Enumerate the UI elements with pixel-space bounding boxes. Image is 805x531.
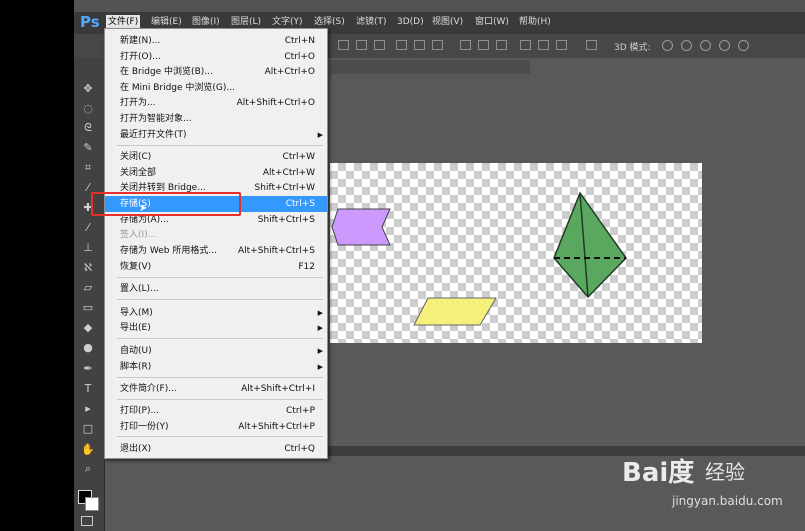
menu-open-smart-object[interactable]: 打开为智能对象...	[105, 111, 327, 127]
align-top-icon[interactable]	[338, 40, 349, 50]
hand-tool-icon[interactable]: ✋	[80, 443, 96, 457]
ps-logo: Ps	[80, 13, 100, 31]
watermark-sub: 经验	[705, 460, 745, 484]
dodge-tool-icon[interactable]: ●	[80, 341, 96, 355]
menu-help[interactable]: 帮助(H)	[517, 15, 553, 29]
menu-separator	[117, 436, 323, 437]
distribute-top-icon[interactable]	[460, 40, 471, 50]
menu-filter[interactable]: 滤镜(T)	[354, 15, 389, 29]
background-color-swatch[interactable]	[85, 497, 99, 511]
clone-stamp-tool-icon[interactable]: ⊥	[80, 241, 96, 255]
purple-arrow-shape[interactable]	[331, 208, 391, 246]
document-tab[interactable]	[330, 60, 530, 74]
3d-roll-icon[interactable]	[681, 40, 692, 51]
history-brush-tool-icon[interactable]: ℵ	[80, 261, 96, 275]
auto-align-icon[interactable]	[586, 40, 597, 50]
distribute-bottom-icon[interactable]	[496, 40, 507, 50]
distribute-hcenter-icon[interactable]	[538, 40, 549, 50]
menu-type[interactable]: 文字(Y)	[270, 15, 305, 29]
menu-separator	[117, 145, 323, 146]
eraser-tool-icon[interactable]: ▱	[80, 281, 96, 295]
menu-separator	[117, 338, 323, 339]
menu-file[interactable]: 文件(F)	[106, 15, 141, 29]
menu-exit[interactable]: 退出(X) Ctrl+Q	[105, 441, 327, 457]
green-pyramid-shape[interactable]	[553, 191, 627, 299]
distribute-vcenter-icon[interactable]	[478, 40, 489, 50]
watermark-brand: Bai度	[622, 458, 695, 488]
menu-scripts[interactable]: 脚本(R) ▶	[105, 359, 327, 375]
menu-export[interactable]: 导出(E) ▶	[105, 320, 327, 336]
menu-file-info[interactable]: 文件简介(F)... Alt+Shift+Ctrl+I	[105, 381, 327, 397]
menu-separator	[117, 299, 323, 300]
3d-pan-icon[interactable]	[700, 40, 711, 51]
submenu-arrow-icon: ▶	[317, 309, 323, 317]
menu-3d[interactable]: 3D(D)	[395, 15, 426, 29]
menu-select[interactable]: 选择(S)	[312, 15, 347, 29]
gradient-tool-icon[interactable]: ▭	[80, 301, 96, 315]
menu-save-for-web[interactable]: 存储为 Web 所用格式... Alt+Shift+Ctrl+S	[105, 243, 327, 259]
distribute-left-icon[interactable]	[520, 40, 531, 50]
quick-select-tool-icon[interactable]: ✎	[80, 141, 96, 155]
align-hcenter-icon[interactable]	[414, 40, 425, 50]
submenu-arrow-icon: ▶	[317, 324, 323, 332]
shape-tool-icon[interactable]: □	[80, 422, 96, 436]
menu-browse-mini-bridge[interactable]: 在 Mini Bridge 中浏览(G)...	[105, 80, 327, 96]
move-tool-icon[interactable]: ✥	[80, 82, 96, 96]
menu-close-all[interactable]: 关闭全部 Alt+Ctrl+W	[105, 165, 327, 181]
menu-place[interactable]: 置入(L)...	[105, 281, 327, 297]
menu-browse-bridge[interactable]: 在 Bridge 中浏览(B)... Alt+Ctrl+O	[105, 64, 327, 80]
menu-close[interactable]: 关闭(C) Ctrl+W	[105, 149, 327, 165]
menu-import[interactable]: 导入(M) ▶	[105, 305, 327, 321]
brush-tool-icon[interactable]: ⁄	[80, 221, 96, 235]
watermark-url: jingyan.baidu.com	[672, 494, 783, 508]
menu-view[interactable]: 视图(V)	[430, 15, 465, 29]
menu-recent-files[interactable]: 最近打开文件(T) ▶	[105, 127, 327, 143]
menu-image[interactable]: 图像(I)	[190, 15, 222, 29]
annotation-highlight-box	[91, 192, 241, 216]
yellow-parallelogram-shape[interactable]	[413, 297, 497, 326]
menu-window[interactable]: 窗口(W)	[473, 15, 511, 29]
distribute-right-icon[interactable]	[556, 40, 567, 50]
submenu-arrow-icon: ▶	[317, 363, 323, 371]
3d-scale-icon[interactable]	[738, 40, 749, 51]
menu-separator	[117, 277, 323, 278]
menu-revert[interactable]: 恢复(V) F12	[105, 259, 327, 275]
menu-layer[interactable]: 图层(L)	[229, 15, 263, 29]
menu-print-one-copy[interactable]: 打印一份(Y) Alt+Shift+Ctrl+P	[105, 419, 327, 435]
mode-3d-label: 3D 模式:	[614, 43, 651, 53]
menu-separator	[117, 377, 323, 378]
lasso-tool-icon[interactable]: ᘓ	[80, 121, 96, 135]
menu-separator	[117, 399, 323, 400]
pen-tool-icon[interactable]: ✒	[80, 362, 96, 376]
menu-open[interactable]: 打开(O)... Ctrl+O	[105, 49, 327, 65]
zoom-tool-icon[interactable]: ⌕	[80, 462, 96, 476]
canvas-shapes	[331, 191, 627, 326]
align-vcenter-icon[interactable]	[356, 40, 367, 50]
type-tool-icon[interactable]: T	[80, 382, 96, 396]
submenu-arrow-icon: ▶	[317, 347, 323, 355]
align-left-icon[interactable]	[396, 40, 407, 50]
mouse-cursor-icon: ➤	[139, 203, 148, 214]
menu-check-in: 签入(I)...	[120, 230, 157, 240]
menu-open-as[interactable]: 打开为... Alt+Shift+Ctrl+O	[105, 95, 327, 111]
menu-edit[interactable]: 编辑(E)	[149, 15, 184, 29]
menu-automate[interactable]: 自动(U) ▶	[105, 343, 327, 359]
file-menu-dropdown: 新建(N)... Ctrl+N 打开(O)... Ctrl+O 在 Bridge 中…	[104, 28, 328, 459]
align-bottom-icon[interactable]	[374, 40, 385, 50]
3d-slide-icon[interactable]	[719, 40, 730, 51]
crop-tool-icon[interactable]: ⌗	[80, 161, 96, 175]
submenu-arrow-icon: ▶	[317, 131, 323, 139]
path-select-tool-icon[interactable]: ▸	[80, 402, 96, 416]
blur-tool-icon[interactable]: ◆	[80, 321, 96, 335]
marquee-tool-icon[interactable]: ◌	[80, 102, 96, 116]
3d-rotate-icon[interactable]	[662, 40, 673, 51]
align-right-icon[interactable]	[432, 40, 443, 50]
quick-mask-button[interactable]	[81, 516, 93, 526]
menu-print[interactable]: 打印(P)... Ctrl+P	[105, 403, 327, 419]
menu-new[interactable]: 新建(N)... Ctrl+N	[105, 33, 327, 49]
